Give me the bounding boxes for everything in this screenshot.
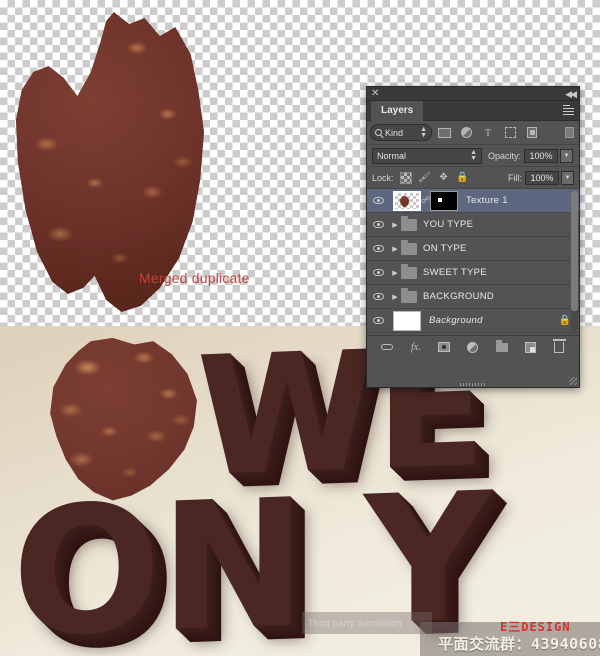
layer-name[interactable]: ON TYPE	[423, 243, 467, 254]
filter-kind-label: Kind	[385, 127, 404, 138]
layer-visibility-icon[interactable]	[367, 293, 389, 300]
opacity-dropdown-icon[interactable]: ▼	[560, 148, 574, 163]
new-layer-button[interactable]	[522, 339, 539, 355]
layer-visibility-icon[interactable]	[367, 245, 389, 252]
rust-texture-shape-top[interactable]	[15, 12, 205, 312]
panel-resize-grip[interactable]	[460, 383, 486, 386]
fill-dropdown-icon[interactable]: ▼	[561, 170, 574, 185]
layers-scrollbar[interactable]	[571, 191, 578, 331]
new-group-button[interactable]	[493, 339, 510, 355]
panel-tab-row: Layers	[367, 101, 579, 121]
chevron-updown-icon: ▲ ▼	[470, 148, 477, 162]
table-row[interactable]: ☍ Texture 1	[367, 189, 579, 213]
blend-mode-select[interactable]: Normal ▲ ▼	[372, 147, 482, 164]
layer-thumbnail[interactable]	[393, 190, 421, 211]
translation-watermark: Third party translation	[302, 612, 432, 634]
close-icon[interactable]: ✕	[371, 88, 379, 100]
layers-list[interactable]: ☍ Texture 1 ▶ YOU TYPE ▶ ON TYPE ▶ SWEET…	[367, 189, 579, 336]
folder-icon	[401, 239, 417, 255]
fill-input[interactable]: 100%	[525, 170, 559, 185]
folder-icon	[401, 287, 417, 303]
expand-group-icon[interactable]: ▶	[389, 269, 401, 277]
chevron-updown-icon: ▲ ▼	[420, 125, 427, 139]
opacity-label: Opacity:	[488, 150, 522, 161]
new-adjustment-layer-button[interactable]	[464, 339, 481, 355]
folder-icon	[401, 215, 417, 231]
blend-mode-row: Normal ▲ ▼ Opacity: 100% ▼	[367, 145, 579, 167]
mask-link-icon[interactable]: ☍	[421, 195, 430, 206]
filter-adjustment-icon[interactable]	[456, 124, 476, 142]
panel-titlebar: ✕ ◀◀	[367, 87, 579, 101]
expand-group-icon[interactable]: ▶	[389, 293, 401, 301]
filter-kind-select[interactable]: Kind ▲ ▼	[370, 124, 432, 141]
tab-layers[interactable]: Layers	[371, 101, 424, 121]
lock-transparency-icon[interactable]	[399, 171, 412, 184]
panel-footer-toolbar: fx.	[367, 336, 579, 386]
opacity-input[interactable]: 100%	[524, 148, 559, 163]
lock-all-icon[interactable]: 🔒	[456, 172, 468, 184]
filter-shape-icon[interactable]	[500, 124, 520, 142]
layer-name[interactable]: YOU TYPE	[423, 219, 473, 230]
layers-panel[interactable]: ✕ ◀◀ Layers Kind ▲ ▼ T Normal ▲ ▼ Opacit…	[366, 86, 580, 388]
table-row[interactable]: ▶ YOU TYPE	[367, 213, 579, 237]
table-row[interactable]: ▶ ON TYPE	[367, 237, 579, 261]
expand-group-icon[interactable]: ▶	[389, 245, 401, 253]
panel-menu-icon[interactable]	[563, 105, 575, 117]
lock-image-pixels-icon[interactable]: 🖌	[418, 172, 431, 184]
layer-thumbnail[interactable]	[393, 310, 421, 331]
layer-name[interactable]: BACKGROUND	[423, 291, 494, 302]
folder-icon	[401, 263, 417, 279]
layer-name[interactable]: SWEET TYPE	[423, 267, 487, 278]
add-layer-mask-button[interactable]	[436, 339, 453, 355]
table-row[interactable]: Background 🔒	[367, 309, 579, 333]
layer-visibility-icon[interactable]	[367, 269, 389, 276]
collapse-panel-icon[interactable]: ◀◀	[565, 88, 577, 100]
table-row[interactable]: ▶ BACKGROUND	[367, 285, 579, 309]
search-icon	[375, 129, 382, 136]
table-row[interactable]: ▶ SWEET TYPE	[367, 261, 579, 285]
layer-name[interactable]: Texture 1	[466, 195, 508, 206]
qq-group-watermark: 平面交流群：43940608	[438, 635, 600, 653]
layer-style-fx-button[interactable]: fx.	[407, 339, 424, 355]
blend-mode-value: Normal	[377, 150, 407, 161]
lock-icon: 🔒	[558, 315, 571, 326]
layer-visibility-icon[interactable]	[367, 221, 389, 228]
filter-pixel-icon[interactable]	[434, 124, 454, 142]
layer-filter-row: Kind ▲ ▼ T	[367, 121, 579, 145]
filter-smart-object-icon[interactable]	[522, 124, 542, 142]
screenshot-root: Merged duplicate WE ON Y Third party tra…	[0, 0, 600, 656]
link-layers-button[interactable]	[379, 339, 396, 355]
lock-label: Lock:	[372, 172, 394, 183]
filter-toggle-switch[interactable]	[562, 124, 576, 142]
filter-type-icon[interactable]: T	[478, 124, 498, 142]
delete-layer-button[interactable]	[550, 338, 567, 355]
layer-mask-thumbnail[interactable]	[430, 190, 458, 211]
layer-visibility-icon[interactable]	[367, 197, 389, 204]
panel-corner-grip[interactable]	[569, 377, 577, 385]
lock-position-icon[interactable]: ✥	[438, 172, 450, 184]
layer-visibility-icon[interactable]	[367, 317, 389, 324]
fill-label: Fill:	[508, 172, 522, 183]
expand-group-icon[interactable]: ▶	[389, 221, 401, 229]
annotation-merged-duplicate: Merged duplicate	[139, 270, 250, 286]
layer-name[interactable]: Background	[429, 315, 483, 326]
lock-row: Lock: 🖌 ✥ 🔒 Fill: 100% ▼	[367, 167, 579, 189]
